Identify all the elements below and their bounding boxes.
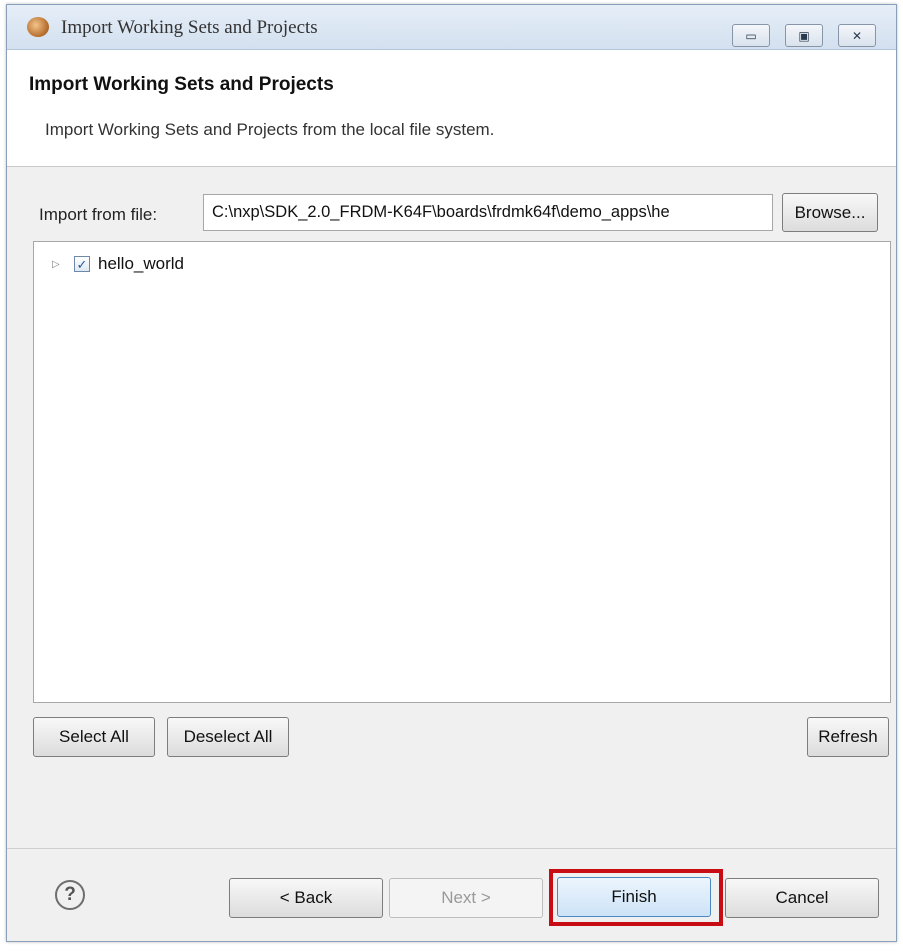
page-title: Import Working Sets and Projects	[29, 74, 334, 95]
wizard-header: Import Working Sets and Projects Import …	[7, 50, 896, 167]
refresh-button[interactable]: Refresh	[807, 717, 889, 757]
footer-divider	[7, 848, 896, 849]
next-button: Next >	[389, 878, 543, 918]
back-button[interactable]: < Back	[229, 878, 383, 918]
cancel-button[interactable]: Cancel	[725, 878, 879, 918]
checkmark-icon: ✓	[76, 256, 88, 272]
app-icon	[27, 17, 49, 37]
tree-item-label: hello_world	[98, 254, 184, 273]
browse-button[interactable]: Browse...	[782, 193, 878, 232]
deselect-all-button[interactable]: Deselect All	[167, 717, 289, 757]
help-icon[interactable]: ?	[55, 880, 85, 910]
close-button[interactable]: ✕	[838, 24, 876, 47]
tree-item-hello-world[interactable]: ▷ ✓ hello_world	[52, 252, 184, 276]
import-path-input[interactable]	[203, 194, 773, 231]
title-bar[interactable]: Import Working Sets and Projects ▭ ▣ ✕	[7, 5, 896, 50]
project-tree[interactable]: ▷ ✓ hello_world	[33, 241, 891, 703]
window-title: Import Working Sets and Projects	[61, 17, 318, 38]
minimize-button[interactable]: ▭	[732, 24, 770, 47]
expand-arrow-icon[interactable]: ▷	[52, 259, 70, 270]
select-all-button[interactable]: Select All	[33, 717, 155, 757]
import-from-file-label: Import from file:	[39, 205, 158, 224]
finish-button[interactable]: Finish	[557, 877, 711, 917]
import-dialog-window: Import Working Sets and Projects ▭ ▣ ✕ I…	[6, 4, 897, 942]
maximize-button[interactable]: ▣	[785, 24, 823, 47]
project-checkbox[interactable]: ✓	[74, 256, 90, 272]
page-description: Import Working Sets and Projects from th…	[45, 120, 495, 139]
